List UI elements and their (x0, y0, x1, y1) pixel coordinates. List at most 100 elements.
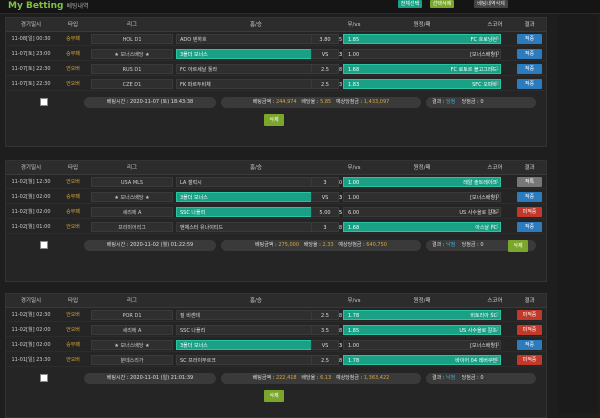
result-badge: 미적중 (517, 355, 542, 365)
bet-time: 베팅시간 : 2020-11-02 (월) 01:22:59 (84, 240, 216, 251)
score: 0:2 (490, 327, 500, 333)
slip-footer: 베팅시간 : 2020-11-02 (월) 01:22:59 베팅금액 : 27… (6, 237, 546, 255)
delete-slip-button[interactable]: 삭제 (264, 114, 284, 126)
bet-row: 11-02[월] 12:30 언오버 USA MLS LA 갤럭시▲1.00 3… (6, 175, 546, 189)
home-team: ADO 덴하흐 (180, 37, 207, 43)
result-badge: 적특 (517, 177, 542, 187)
result-status: 당첨 (446, 99, 456, 105)
bet-row: 11-02[월] 01:00 언오버 프리미어리그 맨체스터 유나이티드▲2.0… (6, 220, 546, 234)
match-date: 11-07[토] 23:00 (11, 51, 51, 57)
expected-win: 640,750 (366, 242, 387, 248)
bet-row: 11-07[토] 23:00 승무패 ★ 보너스배당 ★ 3폴더 보너스1.03… (6, 47, 546, 61)
result-status: 낙첨 (446, 375, 456, 381)
win-amount: 0 (480, 375, 484, 381)
result-badge: 적중 (517, 34, 542, 44)
bet-odds: 5.85 (320, 99, 332, 105)
home-team: 3폴더 보너스 (180, 343, 208, 349)
match-date: 11-07[토] 22:30 (11, 81, 51, 87)
bet-row: 11-01[일] 23:30 언오버 분데스리가 SC 프라이부르크▲1.98 … (6, 353, 546, 367)
delete-selected-button[interactable]: 선택삭제 (430, 0, 454, 8)
header-result: 결과 (524, 22, 535, 28)
header-home: 홈/승 (250, 298, 262, 304)
score: 1:0 (490, 342, 500, 348)
bet-amount: 222,418 (275, 375, 297, 381)
match-date: 11-02[월] 01:00 (11, 224, 51, 230)
bet-type: 승무패 (66, 36, 80, 42)
away-odds: 1.83 (348, 82, 360, 88)
bet-amount: 244,974 (275, 99, 297, 105)
league-name: HOL D1 (91, 34, 173, 44)
select-all-button[interactable]: 전체선택 (398, 0, 422, 8)
result-badge: 미적중 (517, 325, 542, 335)
delete-slip-button[interactable]: 삭제 (264, 390, 284, 402)
draw-value: 2.5 (311, 64, 339, 74)
result-badge: 적중 (517, 340, 542, 350)
match-date: 11-08[일] 00:30 (11, 36, 51, 42)
header-league: 리그 (126, 22, 138, 28)
away-odds: 1.78 (348, 358, 360, 364)
header-date: 경기일시 (20, 22, 42, 28)
bet-type: 언오버 (66, 312, 80, 318)
win-amount: 0 (480, 99, 484, 105)
bet-time: 베팅시간 : 2020-11-07 (토) 18:43:38 (84, 97, 216, 108)
bet-type: 언오버 (66, 327, 80, 333)
draw-value: 3 (311, 177, 339, 187)
away-odds: 1.00 (348, 343, 360, 349)
header-date: 경기일시 (20, 298, 42, 304)
win-amount: 0 (480, 242, 484, 248)
home-team: FC 아르세날 툴라 (180, 67, 218, 73)
slip-checkbox[interactable] (40, 374, 48, 382)
match-date: 11-07[토] 22:30 (11, 66, 51, 72)
draw-value: 2.5 (311, 79, 339, 89)
bet-type: 언오버 (66, 66, 80, 72)
score: 2:1 (490, 179, 500, 185)
league-name: USA MLS (91, 177, 173, 187)
draw-value: VS (311, 340, 339, 350)
match-date: 11-02[월] 02:30 (11, 312, 51, 318)
score: 1:0 (490, 81, 500, 87)
score: 1:0 (490, 51, 500, 57)
bet-type: 언오버 (66, 179, 80, 185)
bet-amount: 275,000 (278, 242, 300, 248)
delete-history-button[interactable]: 베팅내역삭제 (474, 0, 508, 8)
bet-row: 11-02[월] 02:00 승무패 세리에 A SSC 나폴리1.35 5.0… (6, 205, 546, 219)
draw-value: VS (311, 192, 339, 202)
result-status: 낙첨 (446, 242, 456, 248)
header-league: 리그 (126, 298, 138, 304)
bet-odds: 6.13 (320, 375, 332, 381)
delete-slip-button[interactable]: 삭제 (508, 240, 528, 252)
header-score: 스코어 (487, 165, 503, 171)
header-score: 스코어 (487, 22, 503, 28)
bet-summary: 베팅금액 : 275,000 배당율 : 2.33 예상당첨금 : 640,75… (221, 240, 421, 251)
bet-type: 승무패 (66, 194, 80, 200)
away-odds: 1.68 (348, 67, 360, 73)
league-name: 분데스리가 (91, 355, 173, 365)
league-name: 세리에 A (91, 325, 173, 335)
away-odds: 1.00 (348, 180, 360, 186)
bet-slip: 경기일시 타입 리그 홈/승 무/vs 원정/패 스코어 결과 11-08[일] 00:30 … (5, 17, 547, 147)
slip-footer: 베팅시간 : 2020-11-01 (일) 21:01:39 베팅금액 : 22… (6, 370, 546, 388)
away-odds: 1.00 (348, 52, 360, 58)
bet-row: 11-02[월] 02:00 승무패 ★ 보너스배당 ★ 3폴더 보너스1.03… (6, 338, 546, 352)
bet-row: 11-07[토] 22:30 언오버 RUS D1 FC 아르세날 툴라▲2.0… (6, 62, 546, 76)
result-badge: 적중 (517, 79, 542, 89)
slip-header: 경기일시 타입 리그 홈/승 무/vs 원정/패 스코어 결과 (6, 294, 546, 308)
league-name: CZE D1 (91, 79, 173, 89)
league-name: ★ 보너스배당 ★ (91, 340, 173, 350)
league-name: POR D1 (91, 310, 173, 320)
brand-logo: My Betting 베팅내역 (8, 1, 89, 11)
league-name: ★ 보너스배당 ★ (91, 49, 173, 59)
draw-value: 2.5 (311, 355, 339, 365)
draw-value: 2.5 (311, 310, 339, 320)
bet-type: 언오버 (66, 224, 80, 230)
slip-checkbox[interactable] (40, 98, 48, 106)
header-type: 타입 (67, 298, 79, 304)
slip-checkbox[interactable] (40, 241, 48, 249)
bet-type: 언오버 (66, 357, 80, 363)
result-badge: 미적중 (517, 207, 542, 217)
away-odds: 1.85 (348, 37, 360, 43)
header-home: 홈/승 (250, 165, 262, 171)
score: 0:1 (490, 224, 500, 230)
bet-row: 11-07[토] 22:30 언오버 CZE D1 FK 파르두비체▲1.93 … (6, 77, 546, 91)
match-date: 11-02[월] 02:00 (11, 342, 51, 348)
